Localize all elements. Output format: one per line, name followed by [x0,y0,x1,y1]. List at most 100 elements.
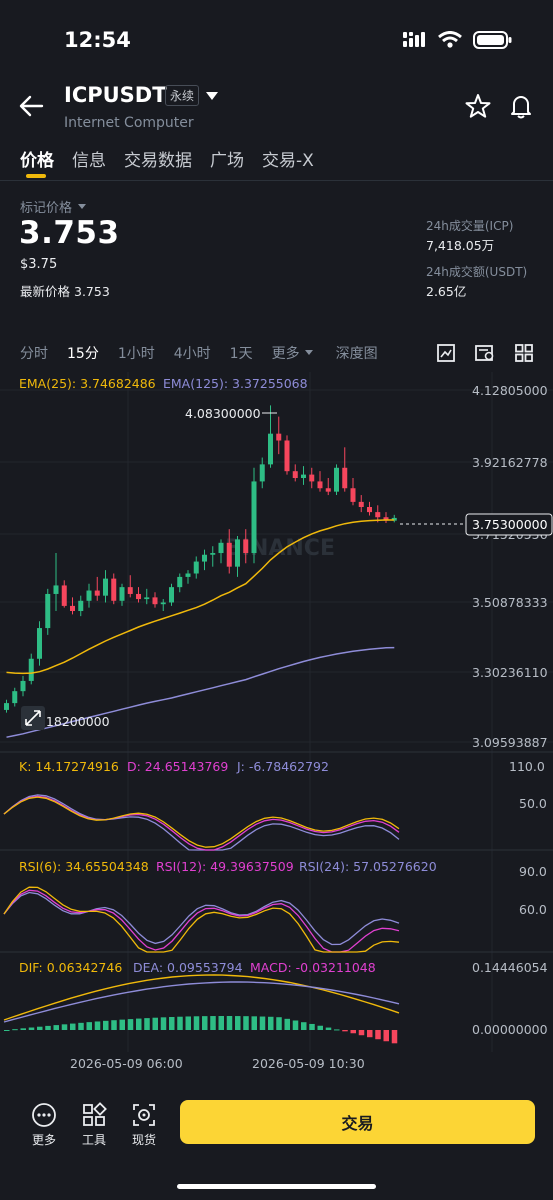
candle-body [185,573,191,577]
macd-bar [284,1018,290,1030]
candle-body [53,585,59,594]
layout-grid-icon[interactable] [514,343,534,363]
nav-spot-label: 现货 [131,1133,156,1147]
tab-info[interactable]: 信息 [72,146,106,171]
macd-bar [20,1028,26,1030]
home-indicator [177,1184,376,1189]
kdj-k-label: K: 14.17274916 [19,759,119,774]
tab-trading-data[interactable]: 交易数据 [124,146,192,171]
caret-down-icon [304,350,313,355]
tab-price[interactable]: 价格 [20,146,54,178]
tf-1h[interactable]: 1小时 [118,343,155,363]
candle-body [144,597,150,600]
kdj-tick: 110.0 [509,759,545,774]
tf-15m[interactable]: 15分 [67,343,99,363]
kdj-k-line [3,796,400,848]
macd-bar [226,1016,233,1030]
rsi12-line [3,889,400,953]
macd-bar [136,1018,142,1030]
y-tick: 3.30236110 [472,665,548,680]
indicator-settings-icon[interactable] [436,343,456,363]
candle-body [78,600,84,612]
mark-price-value: 3.753 [19,215,120,251]
macd-bar [103,1020,109,1030]
candle-body [235,539,240,567]
candle-body [202,554,207,562]
nav-tools[interactable]: 工具 [72,1102,116,1148]
volume-label: 24h成交量(ICP) [426,219,514,233]
candle-body [20,680,26,692]
candle-body [136,593,141,600]
candle-body [210,553,216,555]
rsi6-line [3,886,400,953]
rsi12-label: RSI(12): 49.39637509 [156,859,294,874]
candle-body [119,587,125,601]
turnover-label: 24h成交额(USDT) [426,265,528,279]
macd-bar [86,1022,92,1030]
high-price-label: 4.08300000 [185,406,261,421]
macd-bar [325,1027,332,1030]
tf-4h[interactable]: 4小时 [174,343,211,363]
tab-trade-x[interactable]: 交易-X [262,146,314,171]
macd-bar [127,1019,134,1030]
candle-body [334,467,339,492]
timeframe-bar: 分时 15分 1小时 4小时 1天 更多 深度图 [20,343,397,363]
rsi-tick: 90.0 [519,864,547,879]
current-price-tag: 3.75300000 [472,517,548,532]
macd-bar [70,1023,76,1030]
pair-symbol[interactable]: ICPUSDT [64,83,167,107]
macd-bar [317,1025,323,1030]
kdj-plot [3,794,400,851]
macd-bar [169,1016,175,1030]
kline-chart[interactable]: BINANCE 4.12805000 3.92162778 3.71520556… [0,368,553,1084]
tf-depth[interactable]: 深度图 [336,343,378,363]
chart-watermark: BINANCE [225,536,335,561]
macd-bar [210,1016,216,1030]
tab-bar: 价格 信息 交易数据 广场 交易-X [20,146,332,178]
tf-1d[interactable]: 1天 [230,343,253,363]
tf-more[interactable]: 更多 [272,343,314,363]
favorite-star-icon[interactable] [465,93,491,119]
candle-body [284,440,290,472]
tab-square[interactable]: 广场 [210,146,244,171]
macd-bar [358,1030,365,1036]
candle-body [94,590,100,596]
macd-bar [53,1025,59,1030]
chevron-down-icon[interactable] [205,91,219,101]
spot-icon [133,1104,155,1126]
last-price-value: 3.753 [74,284,110,299]
tf-line[interactable]: 分时 [20,343,48,363]
candle-body [317,481,323,489]
time-label: 2026-05-09 10:30 [252,1056,365,1071]
tabs-divider [0,180,553,181]
main-plot [4,405,397,738]
nav-more[interactable]: 更多 [22,1102,66,1148]
candle-body [169,587,174,603]
macd-bar [37,1026,43,1030]
kdj-d-label: D: 24.65143769 [127,759,228,774]
nav-spot[interactable]: 现货 [122,1102,166,1148]
trade-button[interactable]: 交易 [180,1100,535,1144]
y-tick: 3.92162778 [472,455,548,470]
macd-bar [152,1017,158,1030]
nav-more-label: 更多 [31,1133,56,1147]
chart-settings-icon[interactable] [474,343,496,363]
candle-body [111,578,117,601]
candle-body [127,587,133,594]
back-button[interactable] [16,92,48,120]
candle-body [193,561,199,574]
macd-bar [94,1021,101,1030]
contract-badge: 永续 [165,85,200,106]
tf-more-label: 更多 [271,346,300,362]
macd-dea-label: DEA: 0.09553794 [133,960,243,975]
candle-body [251,481,257,554]
macd-plot [3,974,400,1044]
bell-icon[interactable] [508,93,534,119]
rsi-tick: 60.0 [519,902,547,917]
ema125-label: EMA(125): 3.37255068 [163,376,308,391]
macd-bar [251,1016,257,1030]
mark-price-selector[interactable]: 标记价格 [20,197,87,216]
candle-body [70,605,75,612]
price-usd: $3.75 [20,257,58,272]
candle-body [86,590,92,601]
